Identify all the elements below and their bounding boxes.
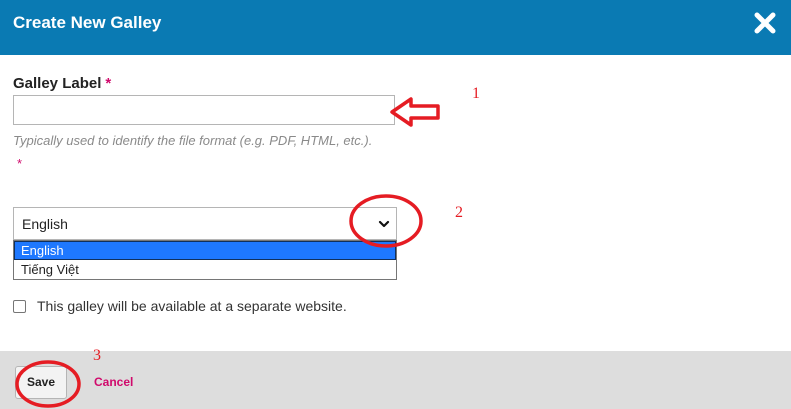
dialog-header: Create New Galley bbox=[0, 0, 791, 55]
galley-label-input[interactable] bbox=[13, 95, 395, 125]
help-required-mark: * bbox=[17, 156, 23, 171]
locale-select-value: English bbox=[22, 216, 68, 232]
locale-select[interactable]: English bbox=[13, 207, 397, 240]
required-mark: * bbox=[105, 75, 112, 92]
help-text: Typically used to identify the file form… bbox=[13, 133, 373, 148]
galley-label-heading: Galley Label * bbox=[13, 74, 111, 94]
galley-label-text: Galley Label bbox=[13, 75, 102, 92]
remote-galley-checkbox[interactable] bbox=[13, 300, 26, 313]
remote-galley-label: This galley will be available at a separ… bbox=[37, 298, 347, 314]
dialog-title: Create New Galley bbox=[13, 13, 162, 32]
annotation-number-1: 1 bbox=[472, 85, 480, 102]
locale-options-list: English Tiếng Việt bbox=[13, 240, 397, 280]
close-button[interactable] bbox=[753, 11, 777, 35]
annotation-number-3: 3 bbox=[93, 347, 101, 364]
save-button[interactable]: Save bbox=[15, 366, 67, 399]
chevron-down-icon bbox=[378, 220, 390, 228]
annotation-overlay bbox=[15, 97, 440, 408]
locale-option-vietnamese[interactable]: Tiếng Việt bbox=[14, 260, 396, 279]
close-icon bbox=[754, 12, 776, 34]
annotation-number-2: 2 bbox=[455, 204, 463, 221]
cancel-link[interactable]: Cancel bbox=[94, 375, 133, 389]
annotation-arrow-icon bbox=[390, 97, 440, 127]
galley-label-help: Typically used to identify the file form… bbox=[13, 129, 373, 175]
locale-option-english[interactable]: English bbox=[14, 241, 396, 260]
